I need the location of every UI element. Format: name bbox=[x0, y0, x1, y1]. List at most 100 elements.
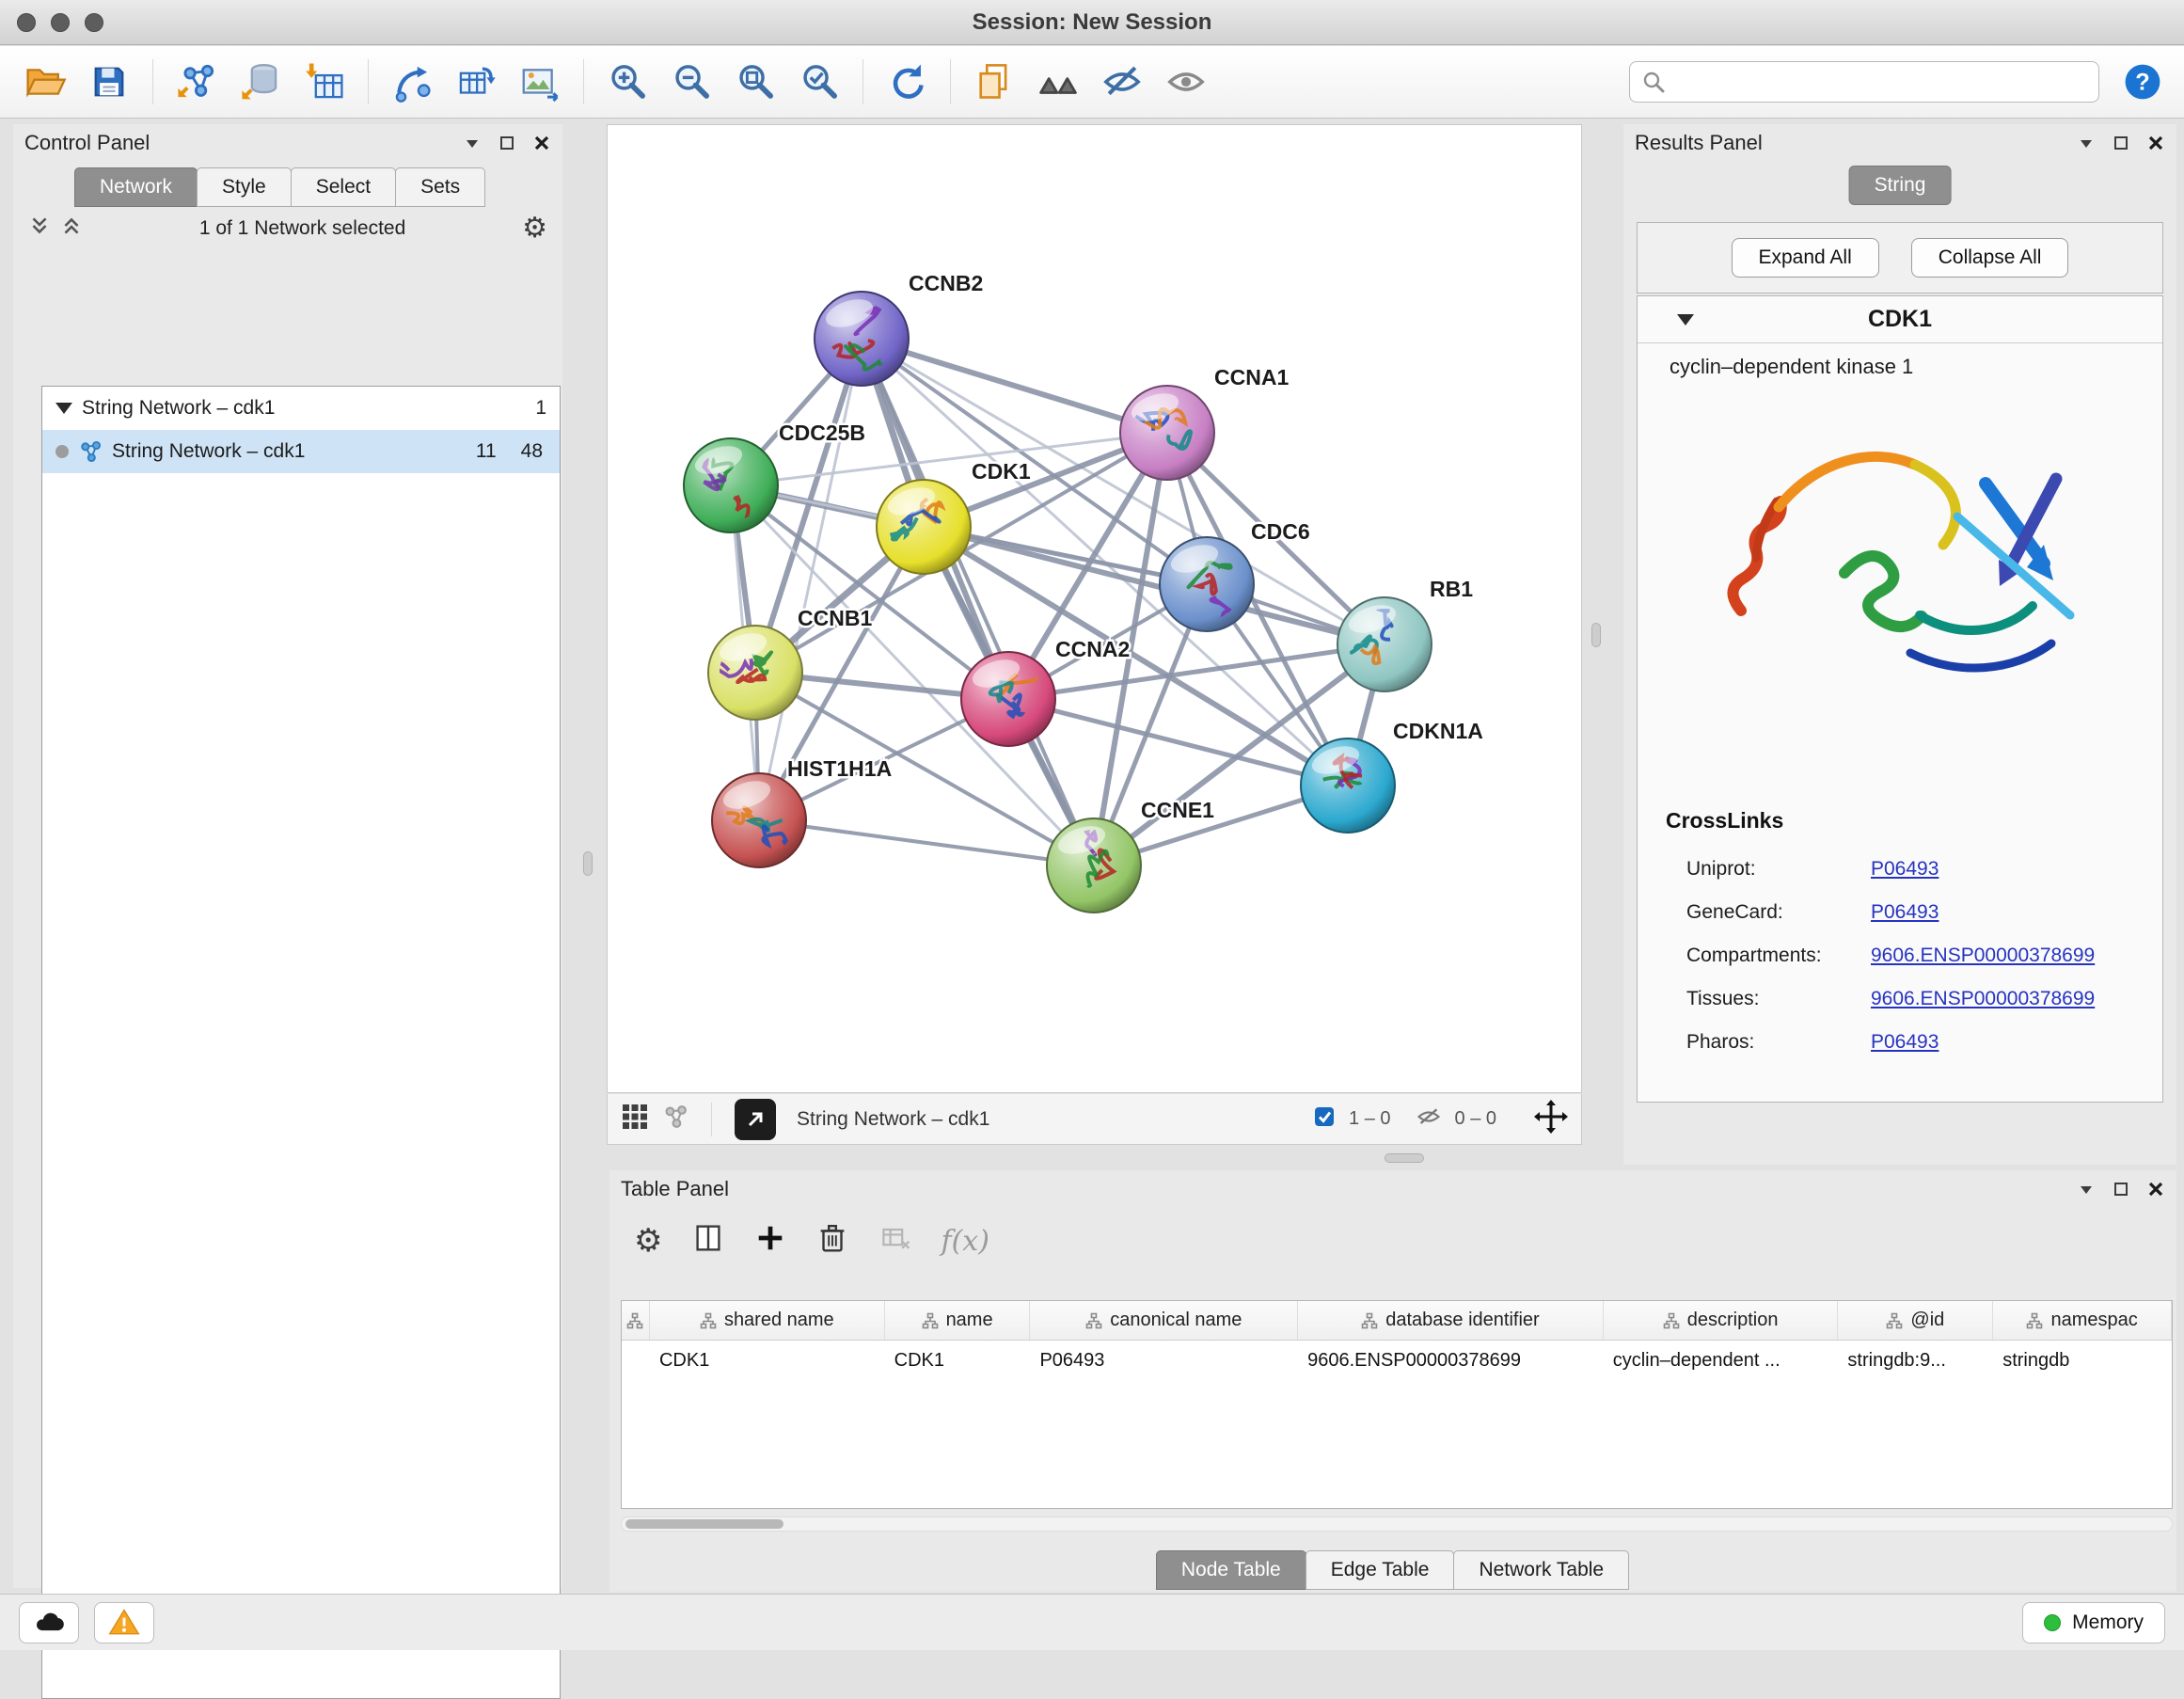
table-horizontal-scrollbar[interactable] bbox=[621, 1516, 2173, 1532]
column-header-namespac[interactable]: namespac bbox=[1993, 1301, 2172, 1340]
warnings-button[interactable] bbox=[94, 1602, 154, 1643]
collapse-all-tree-icon[interactable] bbox=[60, 214, 83, 243]
new-network-button[interactable] bbox=[382, 52, 442, 112]
expand-all-button[interactable]: Expand All bbox=[1732, 238, 1879, 278]
table-cell[interactable]: 9606.ENSP00000378699 bbox=[1298, 1350, 1604, 1372]
maximize-panel-icon[interactable] bbox=[2113, 1181, 2129, 1198]
collapse-triangle-icon[interactable] bbox=[55, 403, 72, 414]
network-node-cdc6[interactable]: CDC6 bbox=[1160, 519, 1310, 631]
maximize-panel-icon[interactable] bbox=[2113, 135, 2129, 151]
table-tab-network-table[interactable]: Network Table bbox=[1453, 1550, 1629, 1590]
pan-move-icon[interactable] bbox=[1534, 1100, 1568, 1139]
control-tab-style[interactable]: Style bbox=[197, 167, 292, 207]
import-network-file-button[interactable] bbox=[166, 52, 227, 112]
search-input[interactable] bbox=[1675, 71, 2087, 93]
network-row-selected[interactable]: String Network – cdk1 11 48 bbox=[42, 430, 560, 473]
selected-nodes-checkbox-icon[interactable] bbox=[1313, 1105, 1336, 1134]
row-selector-header[interactable] bbox=[622, 1301, 650, 1340]
network-node-rb1[interactable]: RB1 bbox=[1337, 577, 1473, 691]
duplicate-network-button[interactable] bbox=[964, 52, 1024, 112]
table-tab-node-table[interactable]: Node Table bbox=[1156, 1550, 1306, 1590]
network-edge-ccnb2-hist1h1a[interactable] bbox=[759, 339, 862, 820]
function-builder-button[interactable]: f(x) bbox=[941, 1225, 989, 1258]
cloud-status-button[interactable] bbox=[19, 1602, 79, 1643]
open-session-button[interactable] bbox=[15, 52, 75, 112]
crosslink-value-link[interactable]: 9606.ENSP00000378699 bbox=[1871, 988, 2095, 1010]
string-view-icon[interactable] bbox=[662, 1104, 688, 1135]
zoom-fit-button[interactable] bbox=[725, 52, 785, 112]
table-cell[interactable]: stringdb bbox=[1993, 1350, 2172, 1372]
memory-button[interactable]: Memory bbox=[2022, 1602, 2165, 1643]
close-panel-icon[interactable] bbox=[2146, 134, 2165, 152]
zoom-in-button[interactable] bbox=[597, 52, 657, 112]
horizontal-splitter-handle[interactable] bbox=[1385, 1153, 1424, 1163]
network-edge-ccnb2-ccna1[interactable] bbox=[862, 339, 1167, 433]
column-header-shared-name[interactable]: shared name bbox=[650, 1301, 885, 1340]
help-button[interactable]: ? bbox=[2116, 56, 2169, 108]
table-row[interactable]: CDK1CDK1P064939606.ENSP00000378699cyclin… bbox=[622, 1341, 2172, 1380]
apply-layout-button[interactable] bbox=[877, 52, 937, 112]
crosslink-value-link[interactable]: 9606.ENSP00000378699 bbox=[1871, 945, 2095, 967]
minimize-window-button[interactable] bbox=[51, 13, 70, 32]
open-in-new-window-button[interactable] bbox=[735, 1099, 776, 1140]
show-columns-icon[interactable] bbox=[690, 1220, 726, 1262]
collapse-triangle-icon[interactable] bbox=[1677, 314, 1694, 326]
expand-all-tree-icon[interactable] bbox=[28, 214, 51, 243]
show-all-button[interactable] bbox=[1156, 52, 1216, 112]
delete-column-trash-icon[interactable] bbox=[815, 1220, 850, 1262]
table-cell[interactable]: stringdb:9... bbox=[1838, 1350, 1993, 1372]
control-tab-network[interactable]: Network bbox=[74, 167, 198, 207]
import-network-database-button[interactable] bbox=[230, 52, 291, 112]
zoom-out-button[interactable] bbox=[661, 52, 721, 112]
column-header--id[interactable]: @id bbox=[1838, 1301, 1993, 1340]
column-header-database-identifier[interactable]: database identifier bbox=[1298, 1301, 1604, 1340]
network-node-cdk1[interactable]: CDK1 bbox=[877, 459, 1031, 574]
column-header-name[interactable]: name bbox=[885, 1301, 1031, 1340]
network-node-cdkn1a[interactable]: CDKN1A bbox=[1301, 719, 1483, 833]
hidden-eye-slash-icon[interactable] bbox=[1416, 1104, 1442, 1135]
network-edge-ccnb2-ccne1[interactable] bbox=[862, 339, 1094, 865]
save-session-button[interactable] bbox=[79, 52, 139, 112]
hide-selected-button[interactable] bbox=[1092, 52, 1152, 112]
vertical-splitter-handle[interactable] bbox=[1591, 623, 1601, 647]
export-image-button[interactable] bbox=[510, 52, 570, 112]
add-column-icon[interactable] bbox=[754, 1222, 786, 1260]
table-tab-edge-table[interactable]: Edge Table bbox=[1306, 1550, 1455, 1590]
network-options-gear-icon[interactable]: ⚙ bbox=[522, 214, 547, 243]
new-table-button[interactable] bbox=[446, 52, 506, 112]
table-cell[interactable]: CDK1 bbox=[885, 1350, 1031, 1372]
crosslink-value-link[interactable]: P06493 bbox=[1871, 858, 1939, 881]
network-node-hist1h1a[interactable]: HIST1H1A bbox=[712, 756, 892, 867]
network-node-ccna1[interactable]: CCNA1 bbox=[1120, 365, 1289, 480]
maximize-panel-icon[interactable] bbox=[499, 135, 515, 151]
float-panel-icon[interactable] bbox=[463, 134, 482, 152]
float-panel-icon[interactable] bbox=[2077, 134, 2096, 152]
vertical-splitter-handle[interactable] bbox=[583, 851, 593, 876]
zoom-selected-button[interactable] bbox=[789, 52, 849, 112]
close-panel-icon[interactable] bbox=[532, 134, 551, 152]
crosslink-value-link[interactable]: P06493 bbox=[1871, 901, 1939, 924]
network-edge-hist1h1a-ccne1[interactable] bbox=[759, 820, 1094, 865]
column-header-description[interactable]: description bbox=[1604, 1301, 1839, 1340]
column-header-canonical-name[interactable]: canonical name bbox=[1030, 1301, 1298, 1340]
results-tab-string[interactable]: String bbox=[1849, 166, 1952, 205]
network-canvas[interactable]: CCNB2CCNA1CDC25BCDK1CDC6RB1CCNB1CCNA2CDK… bbox=[607, 124, 1582, 1093]
network-collection-row[interactable]: String Network – cdk1 1 bbox=[42, 387, 560, 430]
first-neighbors-button[interactable] bbox=[1028, 52, 1088, 112]
close-panel-icon[interactable] bbox=[2146, 1180, 2165, 1199]
import-table-button[interactable] bbox=[294, 52, 355, 112]
protein-card-header[interactable]: CDK1 bbox=[1638, 296, 2162, 343]
table-cell[interactable]: P06493 bbox=[1030, 1350, 1298, 1372]
table-options-gear-icon[interactable]: ⚙ bbox=[634, 1225, 662, 1257]
close-window-button[interactable] bbox=[17, 13, 36, 32]
scrollbar-thumb[interactable] bbox=[625, 1519, 783, 1529]
control-tab-select[interactable]: Select bbox=[291, 167, 396, 207]
table-cell[interactable]: CDK1 bbox=[650, 1350, 885, 1372]
control-tab-sets[interactable]: Sets bbox=[395, 167, 485, 207]
crosslink-value-link[interactable]: P06493 bbox=[1871, 1031, 1939, 1054]
float-panel-icon[interactable] bbox=[2077, 1180, 2096, 1199]
table-cell[interactable]: cyclin–dependent ... bbox=[1604, 1350, 1839, 1372]
collapse-all-button[interactable]: Collapse All bbox=[1911, 238, 2069, 278]
zoom-window-button[interactable] bbox=[85, 13, 103, 32]
birds-eye-view-icon[interactable] bbox=[621, 1103, 649, 1136]
